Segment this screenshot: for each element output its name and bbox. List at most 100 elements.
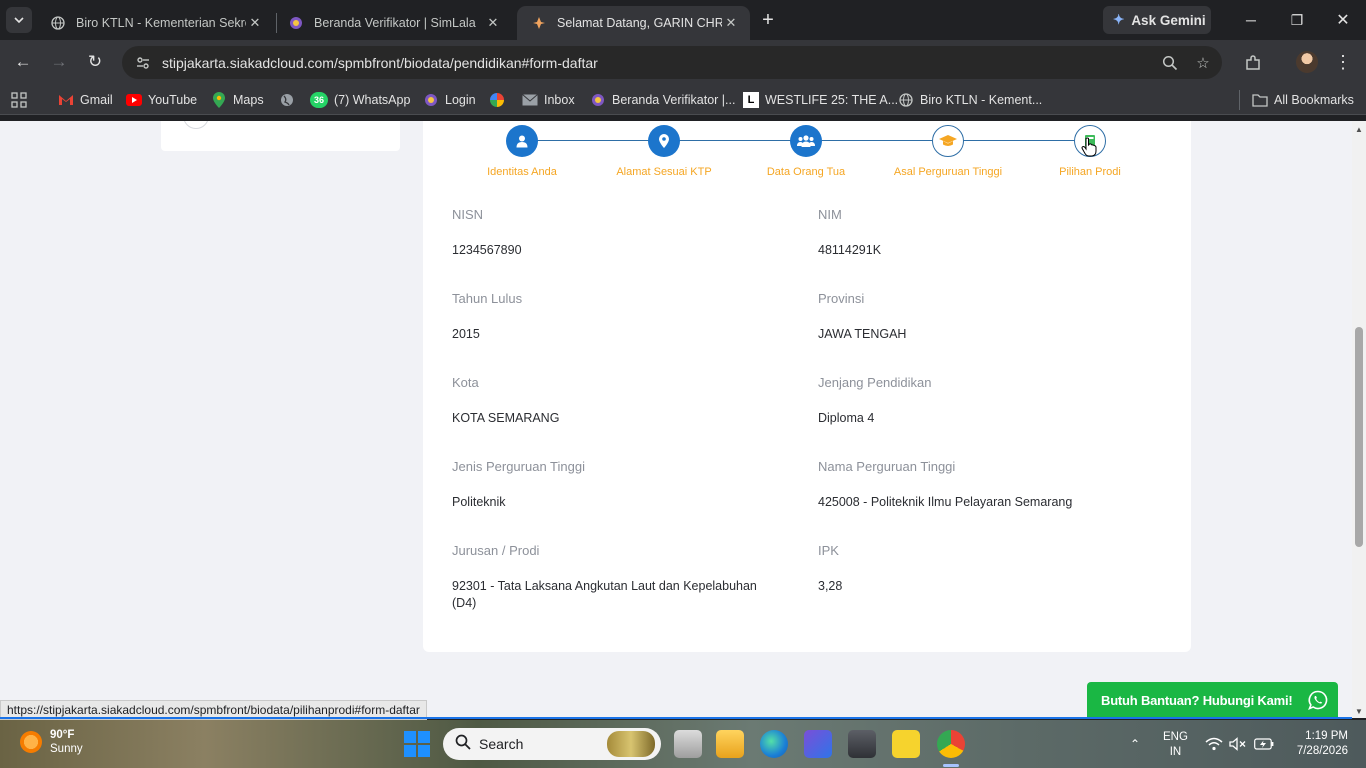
bookmark-inbox[interactable]: Inbox	[522, 90, 575, 110]
scroll-up-arrow-icon[interactable]: ▲	[1355, 125, 1363, 134]
battery-icon[interactable]	[1254, 720, 1274, 768]
bookmark-pinwheel[interactable]	[489, 90, 511, 110]
bookmark-label: Gmail	[80, 93, 113, 107]
minimize-button[interactable]: ─	[1228, 0, 1274, 40]
tab-title: Selamat Datang, GARIN CHRIST	[557, 16, 722, 30]
apps-icon[interactable]	[11, 90, 27, 110]
scroll-down-arrow-icon[interactable]: ▼	[1355, 707, 1363, 716]
help-button-label: Butuh Bantuan? Hubungi Kami!	[1101, 692, 1293, 708]
sun-icon	[20, 731, 42, 753]
wifi-icon[interactable]	[1205, 720, 1223, 768]
bookmark-star-icon[interactable]: ☆	[1192, 52, 1214, 74]
bookmark-beranda-verifikator[interactable]: Beranda Verifikator |...	[590, 90, 735, 110]
bookmark-youtube[interactable]: YouTube	[126, 90, 197, 110]
address-bar[interactable]: stipjakarta.siakadcloud.com/spmbfront/bi…	[122, 46, 1222, 79]
bookmark-label: Beranda Verifikator |...	[612, 93, 736, 107]
close-window-button[interactable]: ✕	[1320, 0, 1366, 40]
search-highlight-image	[607, 731, 655, 757]
show-hidden-icons[interactable]: ⌃	[1130, 720, 1140, 768]
ask-gemini-button[interactable]: ✦ Ask Gemini	[1103, 6, 1211, 34]
tab-beranda-verifikator[interactable]: Beranda Verifikator | SimLala ✕	[274, 6, 512, 40]
lang-line2: IN	[1169, 746, 1182, 758]
form-wizard: Identitas Anda Alamat Sesuai KTP Data Or…	[423, 121, 1191, 183]
biodata-card: Identitas Anda Alamat Sesuai KTP Data Or…	[423, 121, 1191, 652]
field-row: Jenis Perguruan Tinggi Politeknik Nama P…	[452, 459, 1172, 543]
whatsapp-help-button[interactable]: Butuh Bantuan? Hubungi Kami!	[1087, 682, 1338, 718]
whatsapp-badge-icon: 36	[310, 92, 328, 108]
sidebar-step-indicator	[183, 121, 209, 129]
globe-icon	[50, 15, 66, 31]
maps-pin-icon	[211, 92, 227, 108]
jurusan-value: 92301 - Tata Laksana Angkutan Laut dan K…	[452, 579, 757, 610]
bookmark-biro-ktln[interactable]: Biro KTLN - Kement...	[898, 90, 1042, 110]
close-tab-icon[interactable]: ✕	[722, 14, 740, 32]
wizard-step-label: Asal Perguruan Tinggi	[893, 166, 1003, 178]
bookmark-gmail[interactable]: Gmail	[58, 90, 113, 110]
bookmark-globe[interactable]	[279, 90, 301, 110]
zoom-icon[interactable]	[1159, 52, 1181, 74]
chrome-menu-icon[interactable]: ⋮	[1334, 50, 1352, 74]
bookmark-whatsapp[interactable]: 36 (7) WhatsApp	[310, 90, 410, 110]
letterboxd-icon: L	[743, 92, 759, 108]
vscode-icon[interactable]	[804, 730, 832, 758]
edge-icon[interactable]	[760, 730, 788, 758]
windows-start-icon[interactable]	[404, 731, 430, 757]
search-placeholder: Search	[479, 736, 524, 752]
extensions-icon[interactable]	[1242, 52, 1264, 74]
jurusan-label: Jurusan / Prodi	[452, 543, 540, 558]
close-tab-icon[interactable]: ✕	[484, 14, 502, 32]
task-view-icon[interactable]	[674, 730, 702, 758]
close-tab-icon[interactable]: ✕	[246, 14, 264, 32]
chrome-icon[interactable]	[937, 730, 965, 758]
bookmark-westlife[interactable]: L WESTLIFE 25: THE A...	[743, 90, 898, 110]
all-bookmarks-button[interactable]: All Bookmarks	[1252, 90, 1354, 110]
tab-biro-ktln[interactable]: Biro KTLN - Kementerian Sekret ✕	[36, 6, 274, 40]
wizard-step-asal-pt[interactable]: Asal Perguruan Tinggi	[873, 125, 1023, 178]
site-info-icon[interactable]	[128, 55, 158, 71]
new-tab-button[interactable]: +	[756, 8, 780, 32]
wizard-step-identitas[interactable]: Identitas Anda	[447, 125, 597, 178]
users-icon	[790, 125, 822, 157]
scrollbar-thumb[interactable]	[1355, 327, 1363, 547]
input-language[interactable]: ENG IN	[1163, 730, 1188, 760]
wizard-step-orang-tua[interactable]: Data Orang Tua	[731, 125, 881, 178]
jenis-pt-value: Politeknik	[452, 495, 506, 509]
bookmark-maps[interactable]: Maps	[211, 90, 264, 110]
back-button[interactable]: ←	[9, 48, 37, 76]
system-clock[interactable]: 1:19 PM 7/28/2026	[1286, 729, 1348, 759]
bookmark-divider	[1239, 90, 1240, 110]
nisn-value: 1234567890	[452, 243, 522, 257]
volume-muted-icon[interactable]	[1229, 720, 1247, 768]
field-jenis-pt: Jenis Perguruan Tinggi Politeknik	[452, 459, 802, 511]
file-explorer-icon[interactable]	[716, 730, 744, 758]
tab-selamat-datang[interactable]: Selamat Datang, GARIN CHRIST ✕	[517, 6, 750, 40]
chevron-down-icon	[14, 17, 24, 24]
weather-temp: 90°F	[50, 729, 75, 741]
page-scrollbar[interactable]: ▲ ▼	[1352, 121, 1366, 718]
field-nim: NIM 48114291K	[818, 207, 1168, 259]
kota-label: Kota	[452, 375, 479, 390]
hand-cursor-icon	[1081, 137, 1097, 157]
wizard-step-alamat[interactable]: Alamat Sesuai KTP	[589, 125, 739, 178]
weather-widget[interactable]: 90°F Sunny	[20, 728, 83, 756]
bookmark-login[interactable]: Login	[423, 90, 476, 110]
camera-app-icon[interactable]	[848, 730, 876, 758]
forward-button[interactable]: →	[45, 48, 73, 76]
reload-button[interactable]: ↻	[81, 48, 109, 76]
tab-search-button[interactable]	[6, 7, 32, 33]
field-nama-pt: Nama Perguruan Tinggi 425008 - Politekni…	[818, 459, 1168, 511]
bookmark-label: Biro KTLN - Kement...	[920, 93, 1043, 107]
nama-pt-label: Nama Perguruan Tinggi	[818, 459, 956, 474]
sticky-notes-icon[interactable]	[892, 730, 920, 758]
tab-title: Beranda Verifikator | SimLala	[314, 16, 476, 30]
profile-avatar[interactable]	[1296, 51, 1318, 73]
nim-value: 48114291K	[818, 243, 882, 257]
field-nisn: NISN 1234567890	[452, 207, 802, 259]
taskbar-search[interactable]: Search	[443, 728, 661, 760]
restore-button[interactable]: ❐	[1274, 0, 1320, 40]
siakad-logo-icon	[531, 15, 547, 31]
tab-strip: Biro KTLN - Kementerian Sekret ✕ Beranda…	[0, 0, 1366, 40]
mail-icon	[522, 92, 538, 108]
nama-pt-value: 425008 - Politeknik Ilmu Pelayaran Semar…	[818, 495, 1073, 509]
nisn-label: NISN	[452, 207, 484, 222]
